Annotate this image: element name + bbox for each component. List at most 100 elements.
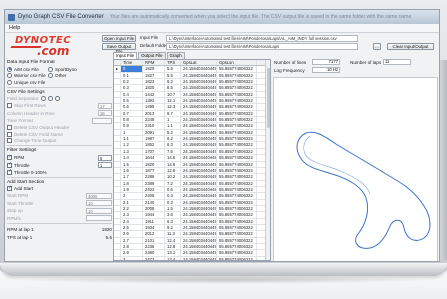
cell-time: 0.2 <box>121 79 143 85</box>
cell-rpm: 2406 <box>143 193 165 199</box>
cell-gpslat: 24.1584034404493 <box>183 91 217 98</box>
cell-gpslat: 24.1584034404493 <box>183 167 217 174</box>
cell-rpm: 1442 <box>143 91 165 98</box>
cell-gpslat: 24.1584034404493 <box>183 174 217 180</box>
col-header-time[interactable]: Time <box>121 60 143 66</box>
delete-fieldname-checkbox[interactable] <box>7 131 12 137</box>
option-row-2: Delete CSV Field Name <box>7 131 112 137</box>
grid-scrollbar[interactable] <box>265 60 270 260</box>
cell-time: 1 <box>121 129 143 136</box>
cell-tps: 6.3 <box>165 142 181 148</box>
format-radio-aim[interactable] <box>7 66 12 72</box>
format-radio-warrior[interactable] <box>7 73 12 78</box>
cell-rpm: 2101 <box>143 237 165 243</box>
cell-tps: 9.7 <box>165 110 181 117</box>
input-path-field[interactable]: L:\Dyno\Interface\Automated test files\A… <box>166 35 358 42</box>
time-format-select[interactable] <box>92 117 112 124</box>
browse-button[interactable]: ... <box>373 43 381 50</box>
cell-rpm: 1820 <box>143 161 165 167</box>
filter-throttle-checkbox[interactable] <box>7 161 12 168</box>
data-grid[interactable]: Time RPM TPS GpsLat GpsLon ▸ 0 1829 5.5 24.1… <box>113 59 271 261</box>
cell-rpm: 2140 <box>143 199 165 205</box>
filter-rpm-checkbox[interactable] <box>7 154 12 160</box>
cell-time: 0.3 <box>121 85 143 91</box>
format-radio-other[interactable] <box>48 73 53 78</box>
tps-at-lap-row: TPS at lap 1 5.5 <box>7 235 112 240</box>
cell-rpm: 1820 <box>143 85 165 91</box>
skip-rows-input[interactable]: 17 <box>98 102 112 109</box>
cell-marker <box>114 212 121 218</box>
delete-header-checkbox[interactable] <box>7 125 12 130</box>
filter-rpm-select[interactable]: 5 <box>98 154 112 161</box>
cell-time: 0.4 <box>121 91 143 98</box>
laps-label: Number of laps <box>350 60 382 65</box>
tab-input-file[interactable]: Input File <box>113 52 138 59</box>
clear-button[interactable]: Clear Input/Output <box>387 43 434 50</box>
rpm-per-sec-row: RPM/s <box>7 215 112 221</box>
table-row[interactable]: 3 2472 13.4 24.1584034404493 55.855774006322 <box>114 256 270 260</box>
tab-output-file[interactable]: Output File <box>138 52 166 59</box>
grid-scroll-thumb[interactable] <box>266 68 270 128</box>
cell-rpm: 1877 <box>143 167 165 174</box>
cell-marker <box>114 91 121 98</box>
menu-help[interactable]: Help <box>9 25 20 31</box>
start-rpm-input[interactable]: 3000 <box>86 192 112 199</box>
add-start-checkbox[interactable] <box>7 185 12 191</box>
format-radio-unique[interactable] <box>7 79 12 85</box>
open-input-button[interactable]: Open Input File <box>102 35 136 42</box>
window-title: Dyno Graph CSV File Converter <box>18 14 104 20</box>
cell-gpslat: 24.1584034404493 <box>183 110 217 117</box>
start-throttle-input[interactable]: 10 <box>86 200 112 206</box>
cell-gpslon: 55.855774006322 <box>217 123 257 129</box>
cell-rpm: 2403 <box>143 186 165 193</box>
separator-radio-3[interactable] <box>55 96 61 101</box>
cell-gpslat: 24.1584034404493 <box>183 237 217 243</box>
col-header-rpm[interactable]: RPM <box>143 60 165 66</box>
track-map <box>296 131 431 249</box>
cell-marker <box>114 98 121 104</box>
format-label-warrior: Warrior csv File <box>14 73 46 78</box>
csv-settings-title: CSV File Settings <box>7 89 45 95</box>
save-output-button[interactable]: Save Output File <box>102 43 136 54</box>
col-header-gpslat[interactable]: GpsLat <box>181 60 217 66</box>
filter-throttle-pct-checkbox[interactable] <box>7 168 12 175</box>
app-body: DYNOTEC .com Data Input File Format AiM … <box>5 33 439 261</box>
col-header-gpslon[interactable]: GpsLon <box>217 60 257 66</box>
cell-rpm: 1829 <box>143 66 165 72</box>
cell-gpslat: 24.1584034404493 <box>183 186 217 193</box>
format-radio-sportdyno[interactable] <box>48 66 53 72</box>
col-header-tps[interactable]: TPS <box>165 60 181 66</box>
cell-marker <box>114 155 121 161</box>
divider <box>7 145 112 146</box>
cell-time: 0.7 <box>121 110 143 117</box>
add-start-label: Add Start <box>14 186 34 191</box>
tab-graph[interactable]: Graph <box>166 52 185 59</box>
cell-rpm: 2380 <box>143 250 165 256</box>
lines-value: 7177 <box>312 59 340 65</box>
cell-time: 1.8 <box>121 180 143 186</box>
cell-marker <box>114 199 121 205</box>
header-row-input[interactable]: 16 <box>98 110 112 116</box>
divider <box>7 176 112 178</box>
cell-tps: 14.6 <box>165 155 181 161</box>
app-icon <box>8 13 15 21</box>
cell-gpslon: 55.855774006322 <box>217 237 257 243</box>
skip-rows-checkbox[interactable] <box>7 103 12 108</box>
separator-radio-1[interactable] <box>41 96 47 101</box>
cell-marker <box>114 110 121 117</box>
rpm-per-sec-input[interactable] <box>86 215 112 221</box>
filter-throttle-select[interactable]: 1 <box>98 162 112 168</box>
cell-tps: 14.6 <box>165 161 181 167</box>
folder-path-field[interactable]: L:\Dyno\Interface\Automated test files\A… <box>166 43 358 50</box>
rpm-at-lap-value: 1820 <box>101 227 112 232</box>
add-start-row: Add Start <box>7 185 112 191</box>
separator-radio-2[interactable] <box>48 96 54 101</box>
cell-tps: 0.3 <box>165 193 181 199</box>
cell-marker <box>114 123 121 129</box>
change-time-checkbox[interactable] <box>7 138 12 143</box>
step-up-input[interactable]: 10 <box>86 207 112 214</box>
cell-rpm: 1823 <box>143 79 165 85</box>
time-format-row: Time Format <box>7 117 112 124</box>
cell-gpslat: 24.1584034404493 <box>183 212 217 218</box>
cell-time: 2.9 <box>121 250 143 256</box>
